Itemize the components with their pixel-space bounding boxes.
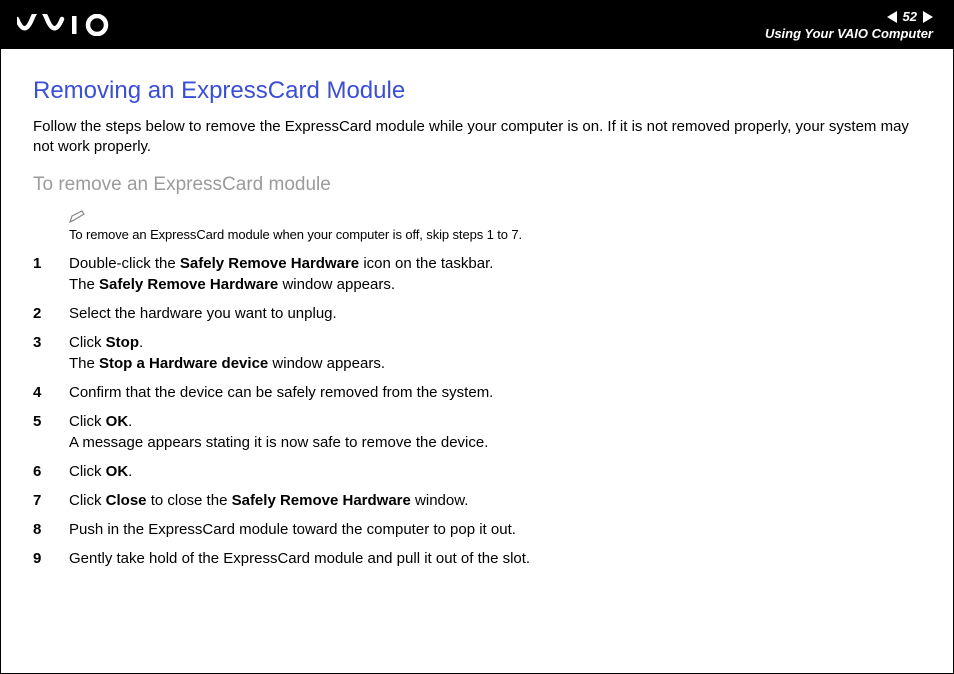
text: window appears. xyxy=(278,276,395,293)
step-item: 8 Push in the ExpressCard module toward … xyxy=(33,519,921,540)
step-body: Click OK. A message appears stating it i… xyxy=(69,411,921,453)
page-title: Removing an ExpressCard Module xyxy=(33,77,921,105)
step-number: 5 xyxy=(33,411,69,453)
text: Click xyxy=(69,334,106,351)
text: Click xyxy=(69,463,106,480)
subheading: To remove an ExpressCard module xyxy=(33,174,921,196)
header-right: 52 Using Your VAIO Computer xyxy=(765,9,933,41)
text: . xyxy=(128,463,132,480)
step-number: 3 xyxy=(33,332,69,374)
page-header: 52 Using Your VAIO Computer xyxy=(1,1,953,49)
next-page-arrow-icon[interactable] xyxy=(923,11,933,23)
step-body: Gently take hold of the ExpressCard modu… xyxy=(69,548,921,569)
step-body: Confirm that the device can be safely re… xyxy=(69,382,921,403)
text: Double-click the xyxy=(69,255,180,272)
step-body: Click Close to close the Safely Remove H… xyxy=(69,490,921,511)
page-navigator: 52 xyxy=(887,9,933,24)
step-item: 1 Double-click the Safely Remove Hardwar… xyxy=(33,253,921,295)
step-body: Select the hardware you want to unplug. xyxy=(69,303,921,324)
text: window appears. xyxy=(268,355,385,372)
step-item: 5 Click OK. A message appears stating it… xyxy=(33,411,921,453)
step-item: 3 Click Stop. The Stop a Hardware device… xyxy=(33,332,921,374)
text: A message appears stating it is now safe… xyxy=(69,434,488,451)
step-number: 8 xyxy=(33,519,69,540)
text: The xyxy=(69,355,99,372)
step-body: Click OK. xyxy=(69,461,921,482)
text: Click xyxy=(69,413,106,430)
note-block: To remove an ExpressCard module when you… xyxy=(69,210,921,243)
text: Click xyxy=(69,492,106,509)
text: . xyxy=(139,334,143,351)
step-item: 4 Confirm that the device can be safely … xyxy=(33,382,921,403)
manual-page: 52 Using Your VAIO Computer Removing an … xyxy=(0,0,954,674)
step-item: 7 Click Close to close the Safely Remove… xyxy=(33,490,921,511)
note-text: To remove an ExpressCard module when you… xyxy=(69,227,522,242)
note-pencil-icon xyxy=(69,210,921,224)
bold-text: OK xyxy=(106,413,129,430)
step-item: 9 Gently take hold of the ExpressCard mo… xyxy=(33,548,921,569)
step-number: 1 xyxy=(33,253,69,295)
bold-text: Stop xyxy=(106,334,139,351)
text: icon on the taskbar. xyxy=(359,255,493,272)
step-body: Push in the ExpressCard module toward th… xyxy=(69,519,921,540)
steps-list: 1 Double-click the Safely Remove Hardwar… xyxy=(33,253,921,569)
bold-text: OK xyxy=(106,463,129,480)
vaio-logo xyxy=(17,1,127,49)
step-body: Double-click the Safely Remove Hardware … xyxy=(69,253,921,295)
text: to close the xyxy=(147,492,232,509)
bold-text: Stop a Hardware device xyxy=(99,355,268,372)
step-item: 6 Click OK. xyxy=(33,461,921,482)
step-number: 2 xyxy=(33,303,69,324)
step-number: 6 xyxy=(33,461,69,482)
step-number: 9 xyxy=(33,548,69,569)
text: . xyxy=(128,413,132,430)
text: window. xyxy=(411,492,469,509)
bold-text: Close xyxy=(106,492,147,509)
page-content: Removing an ExpressCard Module Follow th… xyxy=(1,49,953,569)
step-body: Click Stop. The Stop a Hardware device w… xyxy=(69,332,921,374)
step-number: 7 xyxy=(33,490,69,511)
step-item: 2 Select the hardware you want to unplug… xyxy=(33,303,921,324)
intro-paragraph: Follow the steps below to remove the Exp… xyxy=(33,117,921,158)
prev-page-arrow-icon[interactable] xyxy=(887,11,897,23)
text: The xyxy=(69,276,99,293)
bold-text: Safely Remove Hardware xyxy=(232,492,411,509)
bold-text: Safely Remove Hardware xyxy=(180,255,359,272)
bold-text: Safely Remove Hardware xyxy=(99,276,278,293)
section-title: Using Your VAIO Computer xyxy=(765,26,933,41)
page-number: 52 xyxy=(899,9,921,24)
step-number: 4 xyxy=(33,382,69,403)
